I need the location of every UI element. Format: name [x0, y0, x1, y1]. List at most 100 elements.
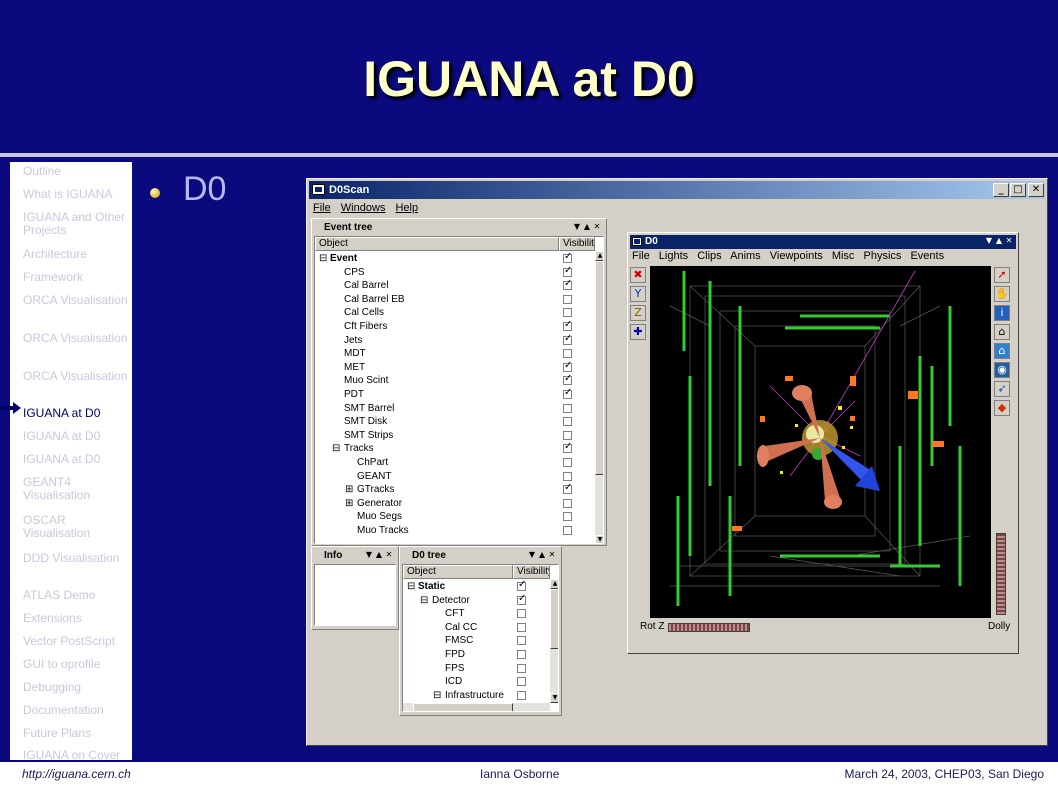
panel-menu-icon[interactable]: ▼	[984, 236, 994, 245]
outline-item[interactable]: Extensions	[23, 612, 131, 625]
d0-tree-vscrollbar[interactable]: ▲ ▼	[550, 579, 558, 703]
outline-item[interactable]: Outline	[23, 165, 131, 178]
panel-close-icon[interactable]: ✕	[1004, 236, 1014, 245]
info-icon[interactable]: i	[994, 305, 1010, 321]
tree-row[interactable]: GEANT	[315, 471, 595, 485]
event-tree-col-object[interactable]: Object	[315, 237, 559, 251]
tree-row[interactable]: Cal CC	[403, 622, 558, 636]
minimize-button[interactable]: _	[993, 183, 1009, 197]
tree-row[interactable]: MDT	[315, 348, 595, 362]
arrow-pointer-icon[interactable]: ➚	[994, 267, 1010, 283]
view-all-icon[interactable]: ◉	[994, 362, 1010, 378]
outline-item[interactable]: GUI to oprofile	[23, 658, 131, 671]
collapse-icon[interactable]: ⊟	[332, 443, 340, 454]
outline-item[interactable]: Vector PostScript	[23, 635, 131, 648]
panel-close-icon[interactable]: ✕	[384, 550, 394, 559]
visibility-checkbox[interactable]	[563, 373, 572, 386]
tree-row[interactable]: SMT Barrel	[315, 403, 595, 417]
event-tree-scrollbar[interactable]: ▲ ▼	[595, 251, 603, 543]
visibility-checkbox[interactable]	[517, 609, 526, 619]
visibility-checkbox[interactable]	[563, 430, 572, 440]
panel-close-icon[interactable]: ✕	[592, 222, 602, 231]
tree-row[interactable]: PDT	[315, 387, 595, 403]
outline-item[interactable]: Documentation	[23, 704, 131, 717]
viewer-menu-lights[interactable]: Lights	[659, 250, 688, 262]
outline-item[interactable]: ORCA Visualisation	[23, 370, 131, 383]
viewer-menu-misc[interactable]: Misc	[832, 250, 855, 262]
dolly-wheel[interactable]	[996, 533, 1006, 615]
visibility-checkbox[interactable]	[517, 663, 526, 673]
scroll-down-icon[interactable]: ▼	[550, 693, 558, 703]
scroll-thumb[interactable]	[550, 589, 558, 649]
tree-row[interactable]: ⊟ Static	[403, 579, 558, 595]
maximize-button[interactable]: □	[1010, 183, 1026, 197]
visibility-checkbox[interactable]	[517, 690, 526, 700]
scroll-up-icon[interactable]: ▲	[550, 579, 558, 589]
tree-row[interactable]: MET	[315, 360, 595, 376]
perspective-icon[interactable]: ◆	[994, 400, 1010, 416]
hand-icon[interactable]: ✋	[994, 286, 1010, 302]
z-axis-icon[interactable]: Z	[630, 305, 646, 321]
visibility-checkbox[interactable]	[563, 417, 572, 427]
visibility-checkbox[interactable]	[563, 498, 572, 508]
visibility-checkbox[interactable]	[563, 265, 572, 277]
visibility-checkbox[interactable]	[563, 251, 572, 263]
outline-item[interactable]: Framework	[23, 271, 131, 284]
outline-item[interactable]: GEANT4 Visualisation	[23, 476, 131, 502]
tree-row[interactable]: SMT Disk	[315, 416, 595, 430]
event-tree-col-visibility[interactable]: Visibility	[559, 237, 595, 251]
d0-viewer-titlebar[interactable]: D0 ▼ ▲ ✕	[630, 235, 1016, 249]
seek-icon[interactable]: ➶	[994, 381, 1010, 397]
outline-item[interactable]: OSCAR Visualisation	[23, 514, 131, 540]
tree-row[interactable]: CFT	[403, 608, 558, 622]
collapse-icon[interactable]: ⊟	[407, 581, 415, 592]
visibility-checkbox[interactable]	[563, 387, 572, 399]
close-x-icon[interactable]: ✖	[630, 267, 646, 283]
visibility-checkbox[interactable]	[563, 333, 572, 345]
tree-row[interactable]: Muo Scint	[315, 373, 595, 389]
tree-row[interactable]: Cal Barrel	[315, 278, 595, 294]
hscroll-thumb[interactable]	[413, 703, 513, 711]
panel-float-icon[interactable]: ▲	[537, 550, 547, 559]
panel-float-icon[interactable]: ▲	[994, 236, 1004, 245]
outline-item[interactable]: Architecture	[23, 248, 131, 261]
event-tree-list[interactable]: Object Visibility ⊟EventCPSCal BarrelCal…	[314, 236, 604, 544]
tree-row[interactable]: Cal Cells	[315, 307, 595, 321]
visibility-checkbox[interactable]	[563, 458, 572, 467]
visibility-checkbox[interactable]	[563, 471, 572, 481]
viewer-menu-viewpoints[interactable]: Viewpoints	[770, 250, 823, 262]
menu-help[interactable]: Help	[395, 202, 418, 214]
tree-row[interactable]: ⊟ Infrastructure	[403, 690, 558, 704]
panel-menu-icon[interactable]: ▼	[572, 222, 582, 231]
viewer-menu-file[interactable]: File	[632, 250, 650, 262]
tree-row[interactable]: ChPart	[315, 457, 595, 471]
visibility-checkbox[interactable]	[517, 622, 526, 632]
d0-tree-col-visibility[interactable]: Visibility	[513, 565, 550, 579]
panel-close-icon[interactable]: ✕	[547, 550, 557, 559]
tree-row[interactable]: FMSC	[403, 635, 558, 649]
scroll-thumb[interactable]	[595, 261, 603, 475]
scale-icon[interactable]: ✚	[630, 324, 646, 340]
outline-item[interactable]: Debugging	[23, 681, 131, 694]
tree-row[interactable]: Cft Fibers	[315, 319, 595, 335]
outline-item[interactable]: ORCA Visualisation	[23, 332, 131, 345]
home-icon[interactable]: ⌂	[994, 324, 1010, 340]
panel-menu-icon[interactable]: ▼	[527, 550, 537, 559]
visibility-checkbox[interactable]	[517, 579, 526, 591]
tree-row[interactable]: Muo Tracks	[315, 525, 595, 539]
expand-icon[interactable]: ⊞	[345, 484, 353, 495]
tree-row[interactable]: Cal Barrel EB	[315, 294, 595, 308]
set-home-icon[interactable]: ⌂	[994, 343, 1010, 359]
scroll-down-icon[interactable]: ▼	[595, 535, 603, 543]
outline-item[interactable]: IGUANA at D0	[23, 453, 131, 466]
visibility-checkbox[interactable]	[563, 278, 572, 291]
scroll-up-icon[interactable]: ▲	[595, 251, 603, 261]
tree-row[interactable]: SMT Strips	[315, 430, 595, 444]
visibility-checkbox[interactable]	[563, 349, 572, 359]
collapse-icon[interactable]: ⊟	[433, 690, 441, 701]
outline-item[interactable]: What is IGUANA	[23, 188, 131, 201]
visibility-checkbox[interactable]	[517, 636, 526, 646]
d0-tree-hscrollbar[interactable]	[403, 703, 550, 711]
expand-icon[interactable]: ⊞	[345, 498, 353, 509]
visibility-checkbox[interactable]	[563, 360, 572, 372]
